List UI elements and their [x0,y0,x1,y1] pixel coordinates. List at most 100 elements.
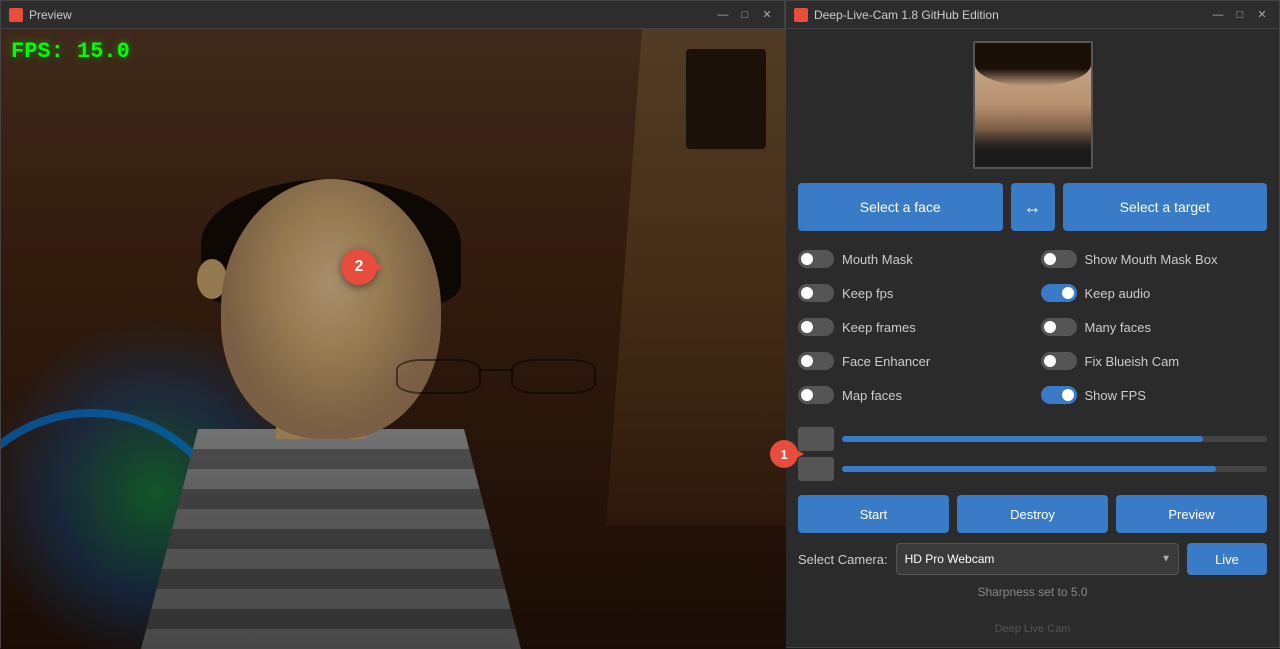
keep-fps-label: Keep fps [842,286,893,301]
preview-titlebar-buttons: — □ ✕ [714,8,776,22]
sliders-wrapper: 1 [798,423,1267,485]
options-section: Mouth Mask Show Mouth Mask Box Keep fps [798,241,1267,413]
option-face-enhancer: Face Enhancer [798,347,1025,375]
main-close-button[interactable]: ✕ [1253,8,1271,22]
slider-row-2 [798,457,1267,481]
option-show-mouth-mask: Show Mouth Mask Box [1041,245,1268,273]
map-faces-label: Map faces [842,388,902,403]
face-img-bg [975,43,1091,167]
main-titlebar: Deep-Live-Cam 1.8 GitHub Edition — □ ✕ [786,1,1279,29]
many-faces-toggle[interactable] [1041,318,1077,336]
keep-frames-toggle[interactable] [798,318,834,336]
person-glasses [396,359,596,399]
select-buttons-row: Select a face ↔ Select a target [798,183,1267,231]
dark-object [686,49,766,149]
select-face-button[interactable]: Select a face [798,183,1003,231]
keep-frames-label: Keep frames [842,320,916,335]
many-faces-slider[interactable] [1041,318,1077,336]
left-glass [396,359,481,394]
face-count-badge: 2 [341,249,377,285]
slider-1-track [842,436,1267,442]
main-title: Deep-Live-Cam 1.8 GitHub Edition [814,8,999,22]
preview-window: Preview — □ ✕ [0,0,785,648]
main-titlebar-left: Deep-Live-Cam 1.8 GitHub Edition [794,8,999,22]
camera-select[interactable]: HD Pro Webcam Built-in Camera Virtual Ca… [896,543,1179,575]
swap-button[interactable]: ↔ [1011,183,1055,231]
show-fps-slider[interactable] [1041,386,1077,404]
right-glass [511,359,596,394]
show-mouth-mask-toggle[interactable] [1041,250,1077,268]
main-minimize-button[interactable]: — [1209,8,1227,22]
option-show-fps: Show FPS [1041,381,1268,409]
preview-titlebar-left: Preview [9,8,72,22]
mouth-mask-label: Mouth Mask [842,252,913,267]
preview-close-button[interactable]: ✕ [758,8,776,22]
fix-blueish-label: Fix Blueish Cam [1085,354,1180,369]
shirt-stripe-1 [141,449,521,469]
show-mouth-mask-label: Show Mouth Mask Box [1085,252,1218,267]
fps-value: 15.0 [77,39,130,64]
selected-face-image [973,41,1093,169]
main-titlebar-buttons: — □ ✕ [1209,8,1271,22]
keep-audio-toggle[interactable] [1041,284,1077,302]
fix-blueish-slider[interactable] [1041,352,1077,370]
select-target-button[interactable]: Select a target [1063,183,1268,231]
main-maximize-button[interactable]: □ [1231,8,1249,22]
preview-content: FPS: 15.0 2 [1,29,786,649]
option-map-faces: Map faces [798,381,1025,409]
preview-button[interactable]: Preview [1116,495,1267,533]
mouth-mask-toggle[interactable] [798,250,834,268]
fix-blueish-toggle[interactable] [1041,352,1077,370]
keep-audio-slider[interactable] [1041,284,1077,302]
start-button[interactable]: Start [798,495,949,533]
camera-select-wrapper: HD Pro Webcam Built-in Camera Virtual Ca… [896,543,1179,575]
show-fps-toggle[interactable] [1041,386,1077,404]
main-app-icon [794,8,808,22]
main-window: Deep-Live-Cam 1.8 GitHub Edition — □ ✕ S… [785,0,1280,648]
show-fps-label: Show FPS [1085,388,1146,403]
main-content: Select a face ↔ Select a target Mouth Ma… [786,29,1279,647]
mouth-mask-slider[interactable] [798,250,834,268]
camera-label: Select Camera: [798,552,888,567]
map-faces-slider[interactable] [798,386,834,404]
preview-title: Preview [29,8,72,22]
map-faces-toggle[interactable] [798,386,834,404]
fps-display: FPS: 15.0 [11,39,130,64]
action-buttons-row: Start Destroy Preview [798,495,1267,533]
slider-1-thumb [798,427,834,451]
keep-fps-toggle[interactable] [798,284,834,302]
show-mouth-mask-slider[interactable] [1041,250,1077,268]
preview-app-icon [9,8,23,22]
face-img-suit [975,130,1091,167]
slider-2-thumb [798,457,834,481]
preview-minimize-button[interactable]: — [714,8,732,22]
sliders-badge: 1 [770,440,798,468]
fps-label: FPS: [11,39,64,64]
option-keep-frames: Keep frames [798,313,1025,341]
destroy-button[interactable]: Destroy [957,495,1108,533]
keep-fps-slider[interactable] [798,284,834,302]
keep-audio-label: Keep audio [1085,286,1151,301]
sliders-section: 1 [798,423,1267,485]
preview-titlebar: Preview — □ ✕ [1,1,784,29]
person-shirt [141,429,521,649]
sharpness-text: Sharpness set to 5.0 [798,585,1267,599]
shirt-stripe-4 [141,569,521,589]
face-img-hair [975,43,1091,86]
option-many-faces: Many faces [1041,313,1268,341]
shirt-stripe-2 [141,489,521,509]
face-image-container [798,41,1267,169]
keep-frames-slider[interactable] [798,318,834,336]
face-enhancer-slider[interactable] [798,352,834,370]
face-enhancer-label: Face Enhancer [842,354,930,369]
footer-text: Deep Live Cam [798,623,1267,635]
person-head [221,179,441,439]
face-enhancer-toggle[interactable] [798,352,834,370]
option-fix-blueish: Fix Blueish Cam [1041,347,1268,375]
option-mouth-mask: Mouth Mask [798,245,1025,273]
live-button[interactable]: Live [1187,543,1267,575]
option-keep-audio: Keep audio [1041,279,1268,307]
slider-2-track [842,466,1267,472]
option-keep-fps: Keep fps [798,279,1025,307]
preview-maximize-button[interactable]: □ [736,8,754,22]
